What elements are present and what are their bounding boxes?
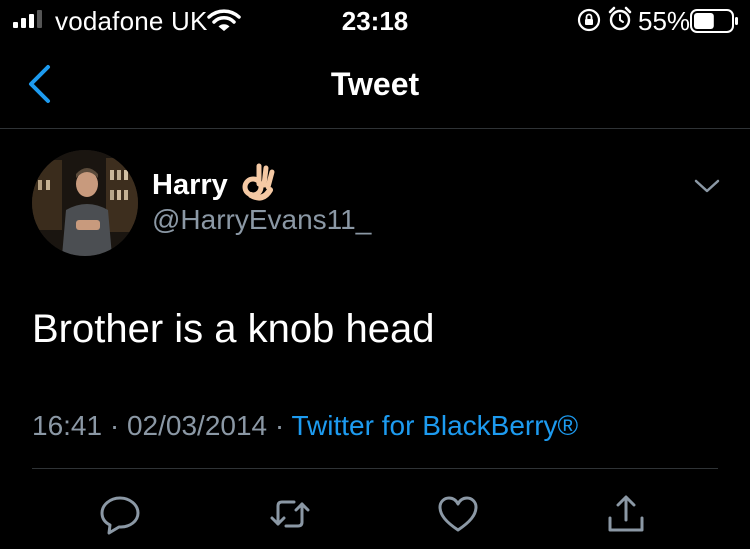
page-title: Tweet — [330, 66, 420, 102]
like-button[interactable] — [436, 492, 480, 536]
avatar[interactable] — [32, 150, 138, 256]
chevron-left-icon[interactable] — [22, 64, 56, 104]
retweet-icon — [270, 500, 310, 528]
orientation-lock-icon — [577, 8, 601, 32]
meta-separator: · — [274, 410, 285, 441]
share-button[interactable] — [604, 492, 648, 536]
author-handle[interactable]: @HarryEvans11_ — [152, 204, 371, 236]
reply-icon — [100, 496, 140, 535]
battery-icon — [690, 9, 738, 33]
alarm-icon — [608, 6, 632, 31]
author-name[interactable]: Harry — [152, 169, 228, 202]
tweet-source-link[interactable]: Twitter for BlackBerry® — [292, 410, 579, 441]
ok-hand-emoji — [242, 163, 275, 201]
like-icon — [438, 496, 478, 532]
tweet-time: 16:41 — [32, 410, 103, 441]
retweet-button[interactable] — [268, 492, 312, 536]
nav-bar: Tweet — [0, 42, 750, 129]
chevron-down-icon[interactable] — [693, 176, 721, 196]
status-bar: vodafone UK 23:18 55% — [0, 0, 750, 42]
tweet-meta: 16:41 · 02/03/2014 · Twitter for BlackBe… — [32, 410, 578, 442]
divider — [32, 468, 718, 469]
tweet-date: 02/03/2014 — [126, 410, 268, 441]
wifi-icon — [207, 9, 241, 31]
carrier-name: vodafone UK — [55, 6, 208, 36]
battery-percent: 55% — [638, 6, 691, 36]
signal-icon — [13, 10, 42, 28]
reply-button[interactable] — [98, 492, 142, 536]
avatar-photo — [32, 150, 138, 256]
share-icon — [608, 495, 644, 532]
meta-separator: · — [109, 410, 120, 441]
tweet-text: Brother is a knob head — [32, 307, 435, 351]
